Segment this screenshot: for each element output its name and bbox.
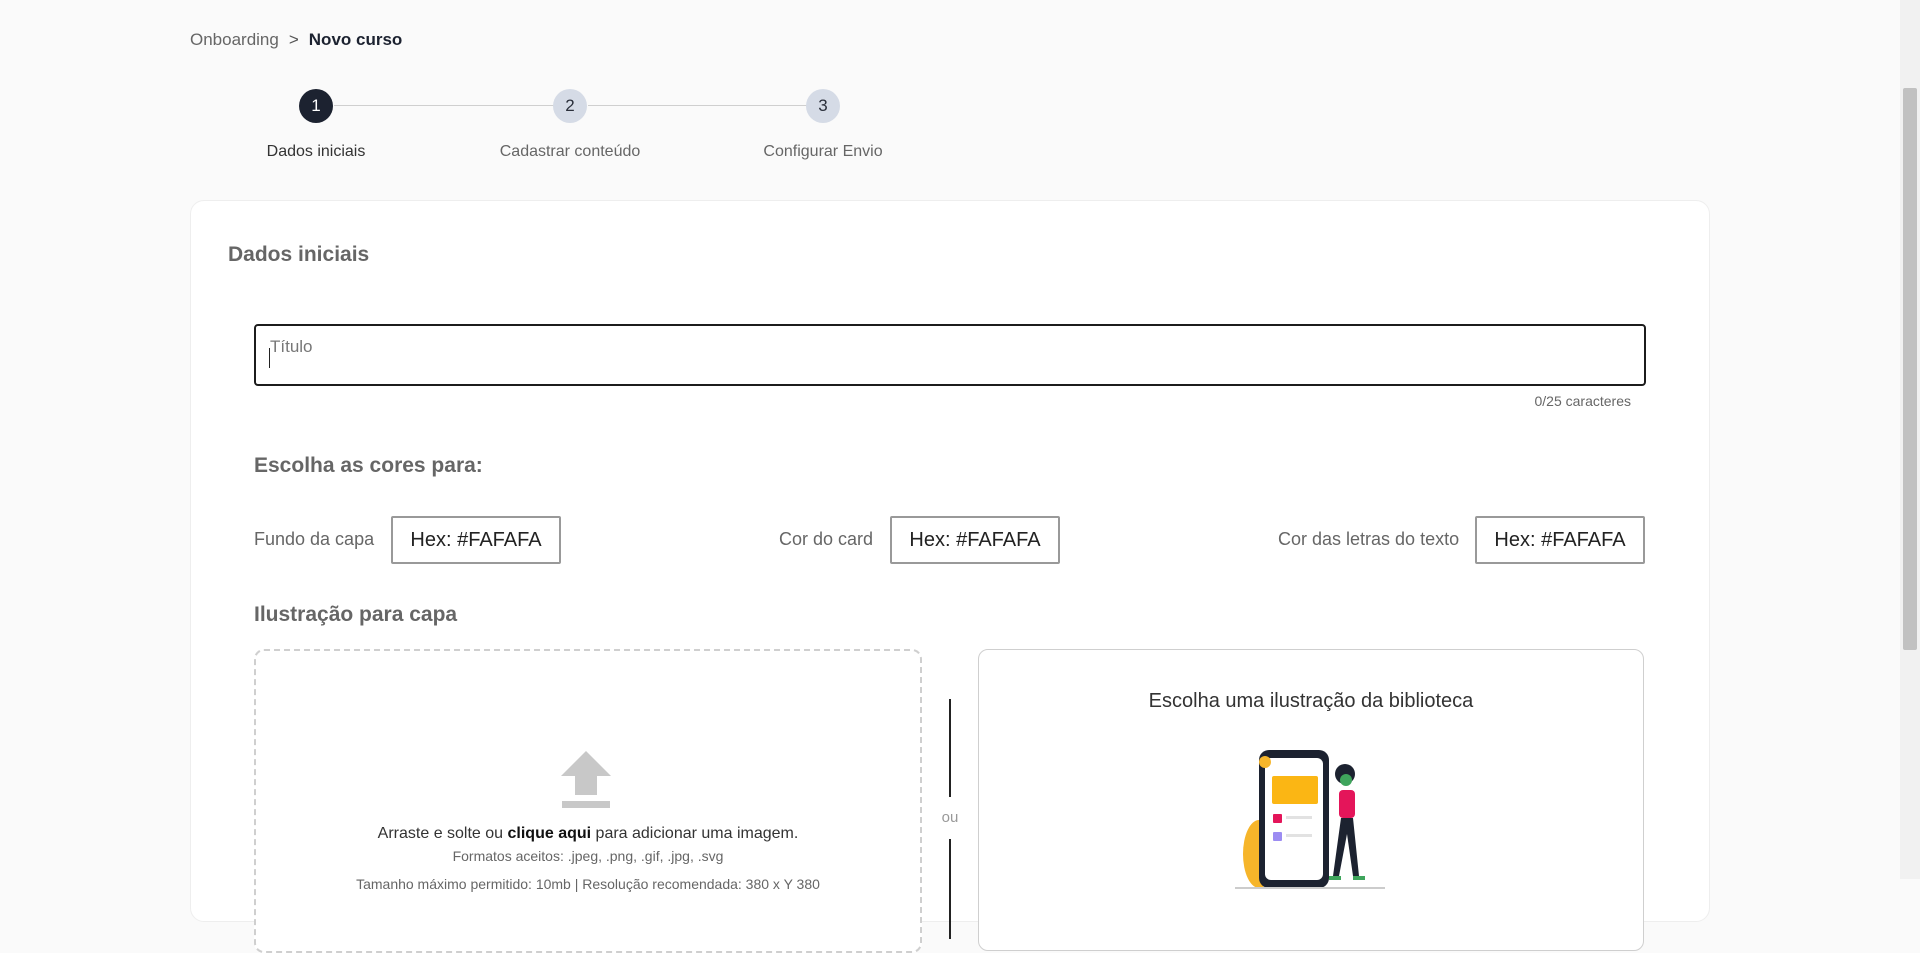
dropzone-text-start: Arraste e solte ou — [377, 825, 508, 842]
or-divider-line — [949, 839, 951, 939]
accepted-formats: Formatos aceitos: .jpeg, .png, .gif, .jp… — [452, 848, 724, 864]
section-title: Dados iniciais — [228, 243, 370, 266]
scrollbar-thumb[interactable] — [1903, 88, 1917, 650]
form-card: Dados iniciais Título 0/25 caracteres Es… — [190, 200, 1710, 953]
library-title: Escolha uma ilustração da biblioteca — [1148, 690, 1474, 712]
card-color-input[interactable]: Hex: #FAFAFA — [890, 516, 1060, 564]
card-color-label: Cor do card — [779, 529, 874, 549]
title-input[interactable]: Título — [254, 324, 1646, 386]
size-note: Tamanho máximo permitido: 10mb | Resoluç… — [356, 876, 820, 892]
click-here-link[interactable]: clique aqui — [508, 825, 592, 842]
illustration-library-card[interactable]: Escolha uma ilustração da biblioteca — [978, 649, 1644, 951]
step-connector — [334, 105, 554, 106]
upload-arrow-icon — [561, 751, 611, 808]
cover-bg-color-input[interactable]: Hex: #FAFAFA — [391, 516, 561, 564]
step-3-label: Configurar Envio — [763, 143, 883, 160]
step-connector — [588, 105, 808, 106]
step-2-circle[interactable]: 2 — [553, 89, 587, 123]
character-counter: 0/25 caracteres — [1534, 393, 1632, 409]
title-input-label: Título — [270, 337, 313, 356]
step-2-label: Cadastrar conteúdo — [499, 143, 641, 160]
text-color-label: Cor das letras do texto — [1278, 529, 1460, 549]
dropzone-instructions: Arraste e solte ou clique aqui para adic… — [256, 825, 920, 843]
step-1-circle[interactable]: 1 — [299, 89, 333, 123]
library-illustration — [1235, 750, 1385, 889]
text-caret — [269, 348, 270, 368]
or-label: ou — [941, 809, 959, 826]
illustration-heading: Ilustração para capa — [254, 603, 458, 626]
cover-bg-label: Fundo da capa — [254, 529, 375, 549]
step-3-circle[interactable]: 3 — [806, 89, 840, 123]
colors-heading: Escolha as cores para: — [254, 454, 483, 477]
step-1-label: Dados iniciais — [266, 143, 366, 160]
image-dropzone[interactable]: Arraste e solte ou clique aqui para adic… — [254, 649, 922, 953]
dropzone-text-end: para adicionar uma imagem. — [591, 825, 799, 842]
stepper: 1 2 3 Dados iniciais Cadastrar conteúdo … — [0, 0, 1920, 170]
or-divider-line — [949, 699, 951, 797]
text-color-input[interactable]: Hex: #FAFAFA — [1475, 516, 1645, 564]
vertical-scrollbar[interactable] — [1900, 0, 1920, 879]
